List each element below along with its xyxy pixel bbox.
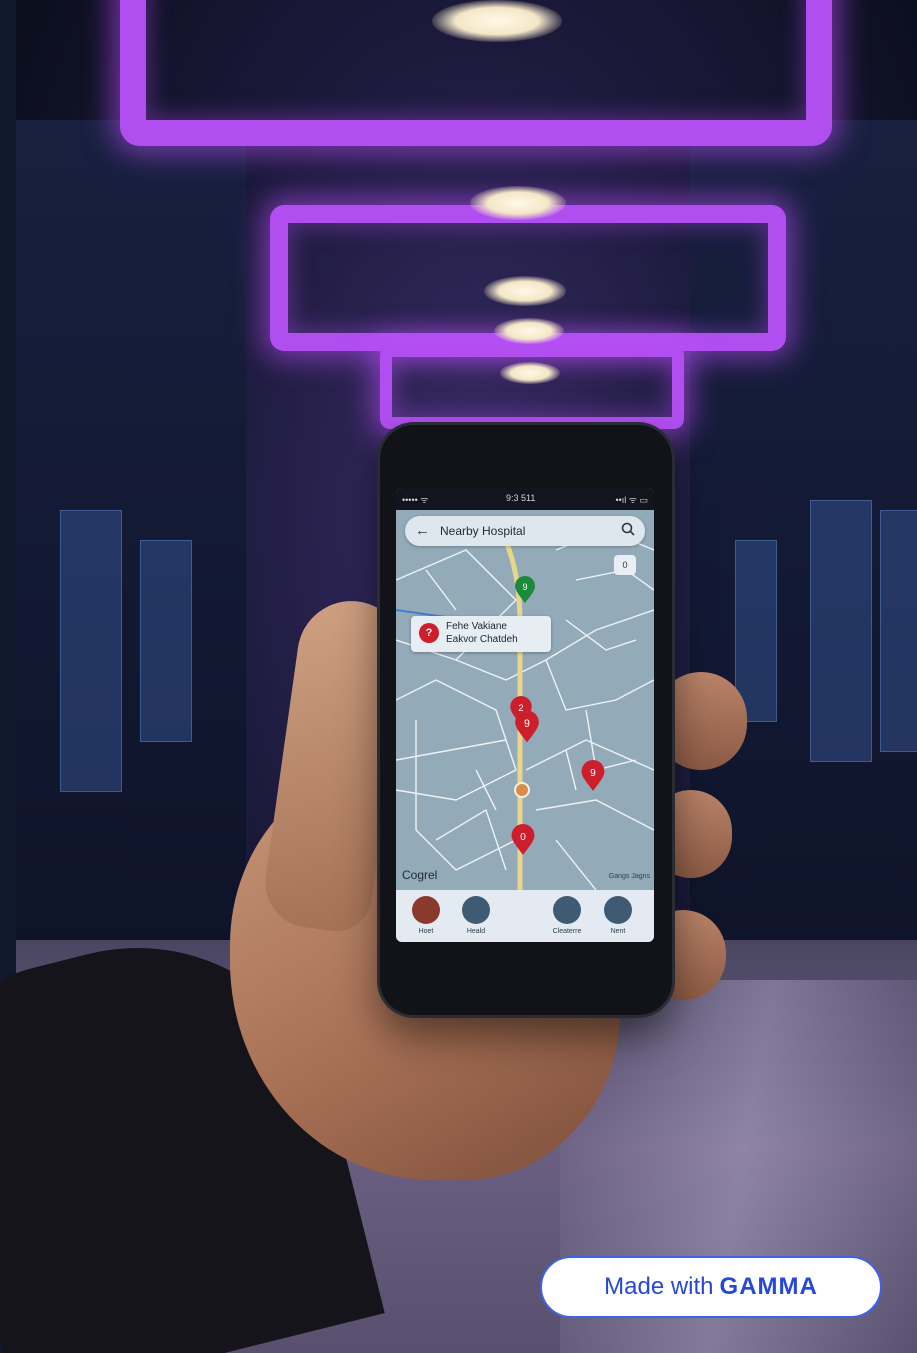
ceiling-light xyxy=(500,362,560,384)
nav-label: Hoet xyxy=(418,928,434,935)
phone-screen: ••••• ᯤ 9:3 511 ••ıl ᯤ ▭ ← Nearby Hospit… xyxy=(396,488,654,942)
status-bar: ••••• ᯤ 9:3 511 ••ıl ᯤ ▭ xyxy=(396,488,654,510)
left-wall-panel xyxy=(140,540,192,742)
profile-avatar-icon xyxy=(412,896,440,924)
search-title: Nearby Hospital xyxy=(440,524,526,538)
map-pin-icon[interactable]: 0 xyxy=(510,824,536,856)
callout-line-1: Fehe Vakiane xyxy=(446,621,507,632)
nav-label: Nent xyxy=(610,928,626,935)
right-wall-panel xyxy=(735,540,777,722)
status-time: 9:3 511 xyxy=(506,493,536,503)
map-watermark: Cogrel xyxy=(402,868,438,882)
map-icon xyxy=(604,896,632,924)
right-wall-panel xyxy=(880,510,917,752)
search-bar[interactable]: ← Nearby Hospital xyxy=(405,516,645,546)
badge-prefix: Made with xyxy=(604,1273,714,1300)
ceiling-light xyxy=(432,0,562,42)
nav-label: Heald xyxy=(466,928,486,935)
map-credit: Gangs Jagns xyxy=(608,873,650,880)
arrow-left-icon[interactable]: ← xyxy=(415,522,430,540)
nav-item-next[interactable]: Nent xyxy=(595,896,641,935)
ceiling-light xyxy=(484,276,566,306)
photo-scene: ••••• ᯤ 9:3 511 ••ıl ᯤ ▭ ← Nearby Hospit… xyxy=(0,0,917,1353)
map-pin-icon[interactable]: 9 xyxy=(580,760,606,792)
left-wall-panel xyxy=(60,510,122,792)
ceiling-light xyxy=(494,318,564,344)
person-icon xyxy=(553,896,581,924)
search-icon[interactable] xyxy=(621,522,635,536)
made-with-gamma-badge[interactable]: Made with GAMMA xyxy=(540,1256,882,1318)
nav-item-health[interactable]: Heald xyxy=(453,896,499,935)
pin-glyph: 0 xyxy=(520,832,526,843)
gamma-logo: GAMMA xyxy=(719,1273,818,1300)
right-wall-panel xyxy=(810,500,872,762)
location-callout[interactable]: ? Fehe Vakiane Eakvor Chatdeh xyxy=(411,616,551,652)
map-pin-icon[interactable]: 9 xyxy=(514,710,540,744)
status-battery: ••ıl ᯤ ▭ xyxy=(615,495,648,505)
bag-icon xyxy=(462,896,490,924)
map-pin-icon[interactable]: 9 xyxy=(514,576,536,604)
pin-glyph: 9 xyxy=(522,582,527,592)
pin-glyph: 9 xyxy=(524,718,530,730)
ceiling-neon-frame xyxy=(380,345,684,429)
nav-item-home[interactable]: Hoet xyxy=(403,896,449,935)
bottom-navigation: Hoet Heald Cleaterre Nent xyxy=(396,890,654,942)
nav-label: Cleaterre xyxy=(552,928,582,935)
status-signal: ••••• ᯤ xyxy=(402,495,429,505)
map-poi-icon[interactable] xyxy=(514,782,530,798)
callout-line-2: Eakvor Chatdeh xyxy=(446,634,518,645)
map-layer-button[interactable]: 0 xyxy=(614,555,636,575)
pin-glyph: 9 xyxy=(590,768,596,779)
callout-pin-icon: ? xyxy=(419,623,439,643)
ceiling-light xyxy=(470,186,566,220)
left-wall xyxy=(16,120,246,1020)
nav-item-contacts[interactable]: Cleaterre xyxy=(544,896,590,935)
